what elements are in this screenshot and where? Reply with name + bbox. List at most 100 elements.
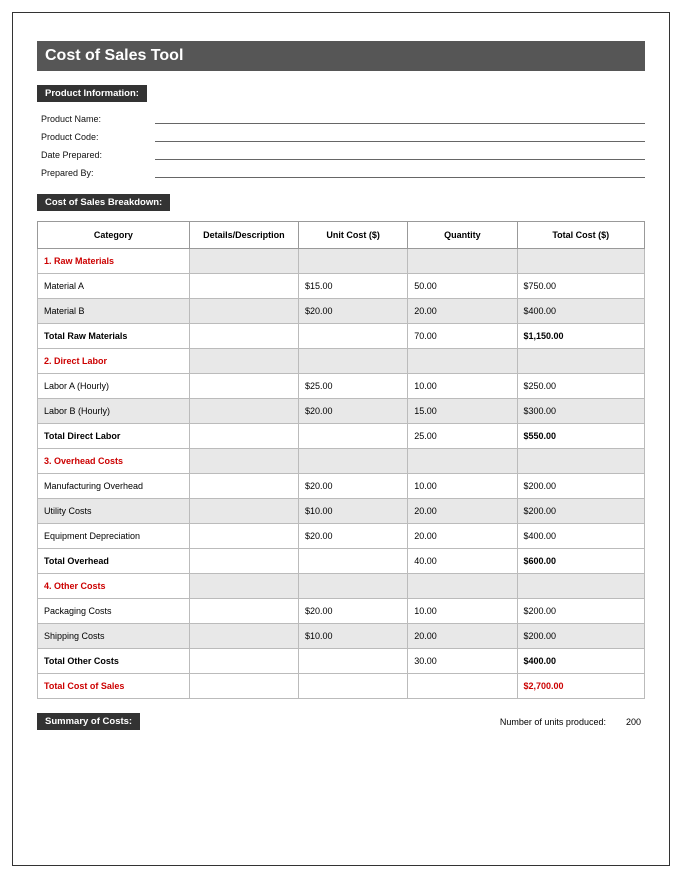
cell-category: Labor B (Hourly): [38, 399, 190, 424]
date-prepared-field[interactable]: [155, 148, 645, 160]
cell-quantity: [408, 674, 517, 699]
col-total-cost: Total Cost ($): [517, 222, 645, 249]
cell-details: [189, 499, 298, 524]
cell-quantity: 70.00: [408, 324, 517, 349]
cell-details: [189, 374, 298, 399]
product-name-row: Product Name:: [37, 112, 645, 124]
cell-unit_cost: [299, 449, 408, 474]
cell-total_cost: $200.00: [517, 599, 645, 624]
cell-category: Material A: [38, 274, 190, 299]
table-row: Total Cost of Sales $2,700.00: [38, 674, 645, 699]
cell-unit_cost: $20.00: [299, 474, 408, 499]
table-row: 2. Direct Labor: [38, 349, 645, 374]
product-code-label: Product Code:: [37, 132, 155, 142]
cell-total_cost: $750.00: [517, 274, 645, 299]
date-prepared-row: Date Prepared:: [37, 148, 645, 160]
cell-category: Total Raw Materials: [38, 324, 190, 349]
table-row: Material B $20.0020.00$400.00: [38, 299, 645, 324]
cell-details: [189, 274, 298, 299]
cell-category: 4. Other Costs: [38, 574, 190, 599]
breakdown-header: Cost of Sales Breakdown:: [37, 194, 170, 211]
cell-quantity: 40.00: [408, 549, 517, 574]
cell-category: Manufacturing Overhead: [38, 474, 190, 499]
cell-total_cost: $550.00: [517, 424, 645, 449]
cell-details: [189, 249, 298, 274]
cell-unit_cost: [299, 574, 408, 599]
cell-quantity: 10.00: [408, 374, 517, 399]
cell-quantity: 50.00: [408, 274, 517, 299]
cell-quantity: [408, 449, 517, 474]
cell-category: 3. Overhead Costs: [38, 449, 190, 474]
cell-details: [189, 474, 298, 499]
cell-total_cost: $200.00: [517, 474, 645, 499]
table-row: Total Direct Labor25.00$550.00: [38, 424, 645, 449]
table-row: Equipment Depreciation$20.0020.00$400.00: [38, 524, 645, 549]
cell-total_cost: $400.00: [517, 524, 645, 549]
cell-total_cost: $600.00: [517, 549, 645, 574]
cell-category: Shipping Costs: [38, 624, 190, 649]
date-prepared-label: Date Prepared:: [37, 150, 155, 160]
breakdown-table: Category Details/Description Unit Cost (…: [37, 221, 645, 699]
cell-category: Material B: [38, 299, 190, 324]
cell-unit_cost: [299, 249, 408, 274]
cell-details: [189, 624, 298, 649]
table-row: 4. Other Costs: [38, 574, 645, 599]
cell-unit_cost: $10.00: [299, 499, 408, 524]
cell-details: [189, 324, 298, 349]
cell-quantity: [408, 574, 517, 599]
table-row: Manufacturing Overhead $20.0010.00$200.00: [38, 474, 645, 499]
cell-unit_cost: $20.00: [299, 599, 408, 624]
cell-unit_cost: [299, 324, 408, 349]
cell-details: [189, 349, 298, 374]
cell-details: [189, 399, 298, 424]
cell-category: Total Other Costs: [38, 649, 190, 674]
prepared-by-label: Prepared By:: [37, 168, 155, 178]
cell-total_cost: $1,150.00: [517, 324, 645, 349]
cell-total_cost: [517, 249, 645, 274]
summary-header: Summary of Costs:: [37, 713, 140, 730]
cell-quantity: [408, 249, 517, 274]
cell-details: [189, 524, 298, 549]
cell-category: 1. Raw Materials: [38, 249, 190, 274]
cell-unit_cost: [299, 549, 408, 574]
product-code-field[interactable]: [155, 130, 645, 142]
cell-unit_cost: $20.00: [299, 399, 408, 424]
cell-total_cost: $2,700.00: [517, 674, 645, 699]
summary-row: Summary of Costs: Number of units produc…: [37, 713, 645, 730]
cell-total_cost: $300.00: [517, 399, 645, 424]
cell-unit_cost: [299, 349, 408, 374]
table-row: Total Overhead40.00$600.00: [38, 549, 645, 574]
cell-quantity: [408, 349, 517, 374]
cell-category: Total Cost of Sales: [38, 674, 190, 699]
table-row: Labor A (Hourly)$25.0010.00$250.00: [38, 374, 645, 399]
cell-total_cost: [517, 574, 645, 599]
prepared-by-row: Prepared By:: [37, 166, 645, 178]
cell-total_cost: $200.00: [517, 624, 645, 649]
cell-quantity: 25.00: [408, 424, 517, 449]
cell-quantity: 20.00: [408, 499, 517, 524]
col-quantity: Quantity: [408, 222, 517, 249]
cell-quantity: 10.00: [408, 474, 517, 499]
product-name-label: Product Name:: [37, 114, 155, 124]
cell-details: [189, 549, 298, 574]
cell-details: [189, 649, 298, 674]
cell-details: [189, 299, 298, 324]
cell-category: 2. Direct Labor: [38, 349, 190, 374]
cell-total_cost: $200.00: [517, 499, 645, 524]
prepared-by-field[interactable]: [155, 166, 645, 178]
cell-unit_cost: $20.00: [299, 524, 408, 549]
cell-details: [189, 424, 298, 449]
cell-total_cost: $400.00: [517, 299, 645, 324]
cell-quantity: 20.00: [408, 299, 517, 324]
table-row: Shipping Costs$10.0020.00$200.00: [38, 624, 645, 649]
product-code-row: Product Code:: [37, 130, 645, 142]
table-row: 3. Overhead Costs: [38, 449, 645, 474]
product-info-block: Product Name: Product Code: Date Prepare…: [37, 112, 645, 178]
col-details: Details/Description: [189, 222, 298, 249]
product-name-field[interactable]: [155, 112, 645, 124]
cell-unit_cost: $15.00: [299, 274, 408, 299]
units-produced-value: 200: [626, 717, 641, 727]
cell-unit_cost: $20.00: [299, 299, 408, 324]
cell-details: [189, 599, 298, 624]
cell-category: Utility Costs: [38, 499, 190, 524]
